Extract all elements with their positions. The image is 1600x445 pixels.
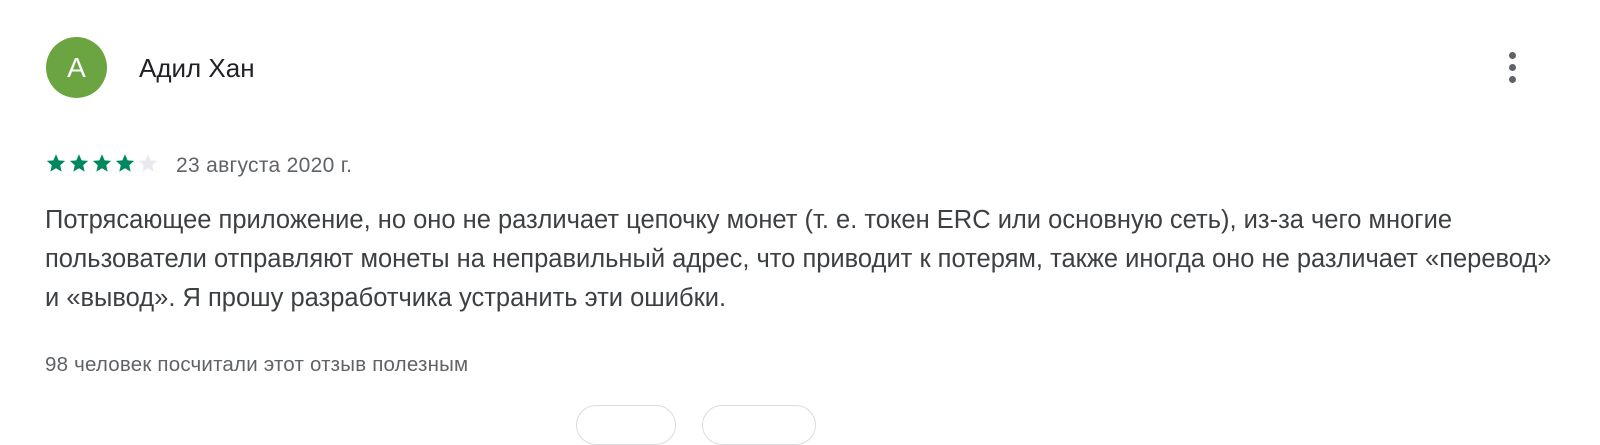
more-options-button[interactable] (1494, 44, 1530, 90)
helpful-no-button[interactable] (702, 405, 816, 445)
helpful-count: 98 человек посчитали этот отзыв полезным (45, 353, 469, 376)
avatar: А (46, 37, 107, 98)
star-filled-icon (92, 154, 112, 172)
more-vert-icon-dot (1508, 63, 1516, 71)
star-filled-icon (46, 154, 66, 172)
author-name: Адил Хан (139, 53, 255, 83)
avatar-initial: А (67, 51, 86, 83)
review-date: 23 августа 2020 г. (176, 154, 353, 177)
star-filled-icon (115, 154, 135, 172)
star-filled-icon (69, 154, 89, 172)
star-rating (45, 152, 159, 174)
more-vert-icon-dot (1508, 75, 1516, 83)
review-card: А Адил Хан 23 августа 2020 г. Потрясающе… (0, 0, 1600, 445)
helpful-yes-button[interactable] (576, 405, 676, 445)
more-vert-icon (1508, 51, 1516, 59)
star-empty-icon (138, 154, 158, 172)
review-text: Потрясающее приложение, но оно не различ… (45, 206, 1552, 312)
